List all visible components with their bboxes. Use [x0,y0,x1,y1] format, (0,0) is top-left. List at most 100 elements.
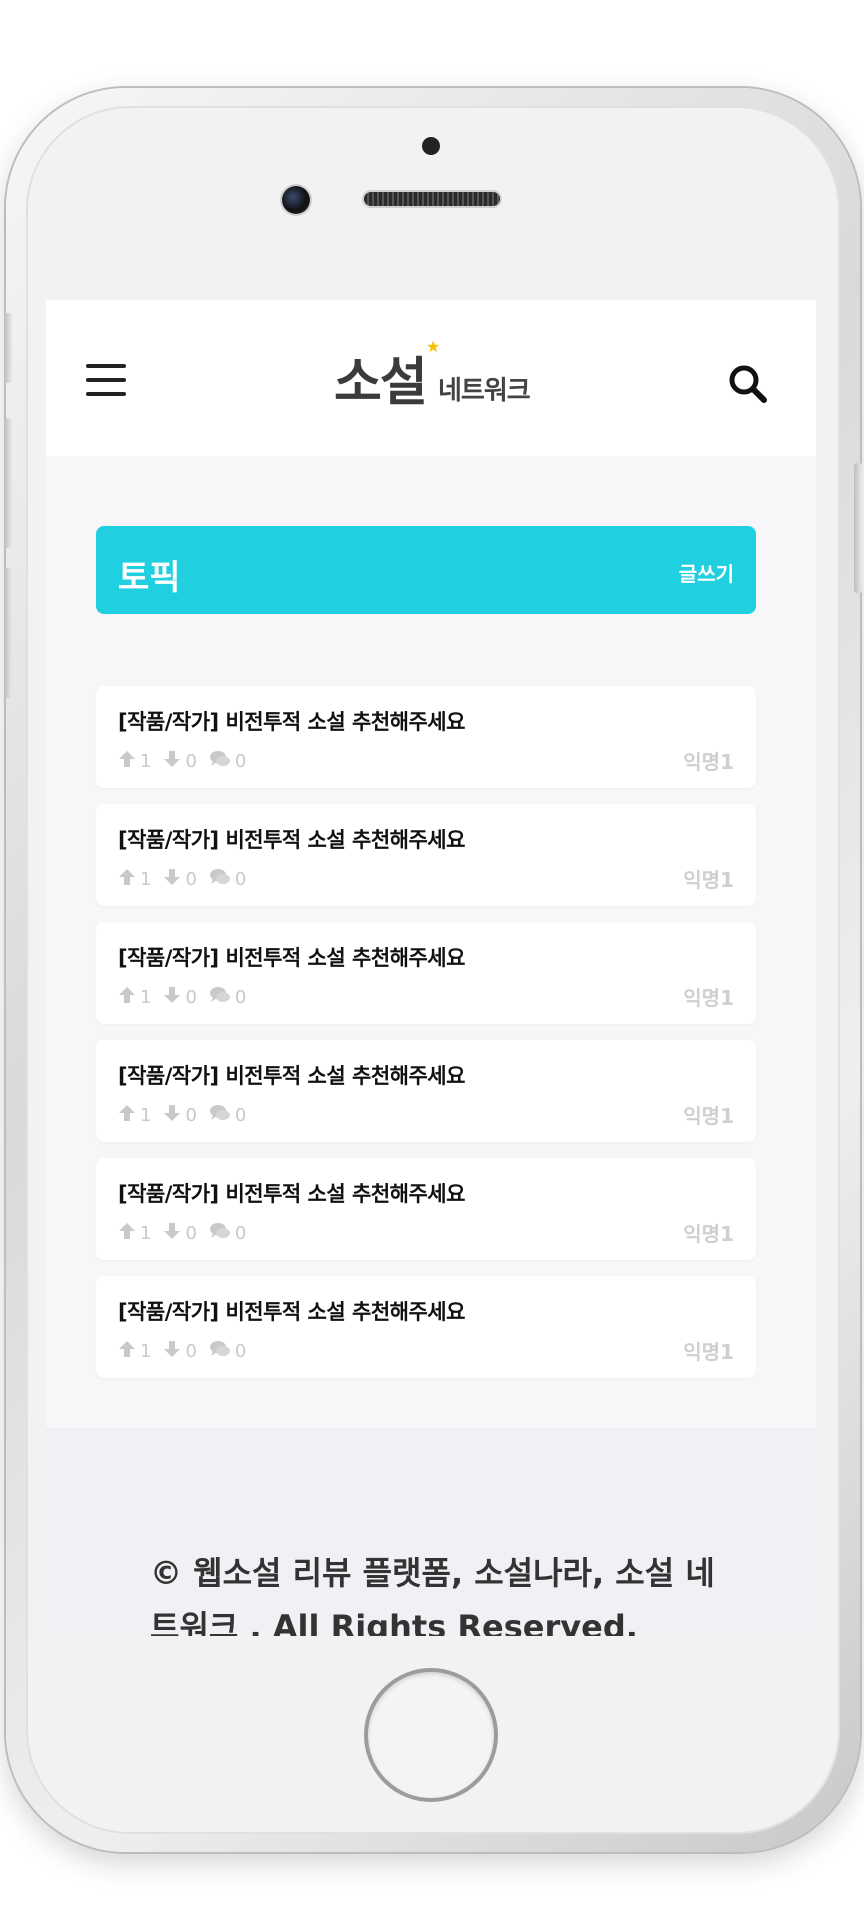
downvote: 0 [163,1222,197,1245]
upvote-count: 1 [140,1340,152,1362]
post-meta: 1 0 0 [118,1222,258,1244]
post-title[interactable]: [작품/작가] 비전투적 소설 추천해주세요 [118,706,465,736]
post-card[interactable]: [작품/작가] 비전투적 소설 추천해주세요 1 0 0 익명1 [96,804,756,906]
post-meta: 1 0 0 [118,868,258,890]
downvote-count: 0 [185,1340,197,1362]
comments: 0 [209,1340,246,1363]
section-title: 토픽 [118,558,181,598]
post-author: 익명1 [683,986,734,1010]
comment-icon [209,986,235,1009]
upvote-count: 1 [140,1222,152,1244]
arrow-down-icon [163,750,185,773]
app-screen: 소설 ★ 네트워크 토픽 글쓰기 [작품/작가] 비전투적 소설 추천해주세요 1… [46,300,816,1636]
comment-icon [209,1104,235,1127]
downvote-count: 0 [185,868,197,890]
post-list: [작품/작가] 비전투적 소설 추천해주세요 1 0 0 익명1 [작품/작가] 비전투적… [96,686,756,1394]
logo-star-icon: ★ [426,337,441,356]
upvote-count: 1 [140,986,152,1008]
post-title[interactable]: [작품/작가] 비전투적 소설 추천해주세요 [118,942,465,972]
mute-switch [4,313,12,383]
post-meta: 1 0 0 [118,1340,258,1362]
arrow-up-icon [118,1222,140,1245]
arrow-up-icon [118,986,140,1009]
post-card[interactable]: [작품/작가] 비전투적 소설 추천해주세요 1 0 0 익명1 [96,922,756,1024]
logo-sub-text: 네트워크 [438,376,531,406]
upvote: 1 [118,868,151,891]
downvote-count: 0 [185,750,197,772]
post-title[interactable]: [작품/작가] 비전투적 소설 추천해주세요 [118,1296,465,1326]
proximity-sensor [422,137,440,155]
post-card[interactable]: [작품/작가] 비전투적 소설 추천해주세요 1 0 0 익명1 [96,1158,756,1260]
comments: 0 [209,1222,246,1245]
downvote: 0 [163,986,197,1009]
comment-count: 0 [234,1222,247,1244]
upvote-count: 1 [140,868,152,890]
post-card[interactable]: [작품/작가] 비전투적 소설 추천해주세요 1 0 0 익명1 [96,686,756,788]
post-title[interactable]: [작품/작가] 비전투적 소설 추천해주세요 [118,1060,465,1090]
post-author: 익명1 [683,868,734,892]
arrow-down-icon [163,1340,185,1363]
comments: 0 [209,868,246,891]
volume-down-button [4,568,12,698]
post-author: 익명1 [683,1104,734,1128]
search-icon[interactable] [726,362,770,406]
comments: 0 [209,1104,246,1127]
comment-icon [209,750,235,773]
arrow-up-icon [118,868,140,891]
topic-section-header: 토픽 글쓰기 [96,526,756,614]
post-title[interactable]: [작품/작가] 비전투적 소설 추천해주세요 [118,824,465,854]
downvote-count: 0 [185,986,197,1008]
comment-count: 0 [234,1340,247,1362]
front-camera [282,186,310,214]
comments: 0 [209,986,246,1009]
comment-count: 0 [234,1104,247,1126]
post-author: 익명1 [683,1340,734,1364]
upvote-count: 1 [140,750,152,772]
volume-up-button [4,418,12,548]
post-author: 익명1 [683,1222,734,1246]
post-author: 익명1 [683,750,734,774]
post-meta: 1 0 0 [118,750,258,772]
app-header: 소설 ★ 네트워크 [46,300,816,456]
arrow-down-icon [163,868,185,891]
downvote: 0 [163,868,197,891]
arrow-down-icon [163,1222,185,1245]
upvote: 1 [118,1340,151,1363]
post-meta: 1 0 0 [118,1104,258,1126]
downvote: 0 [163,1104,197,1127]
site-logo[interactable]: 소설 ★ 네트워크 [334,337,554,414]
post-title[interactable]: [작품/작가] 비전투적 소설 추천해주세요 [118,1178,465,1208]
comment-icon [209,1222,235,1245]
upvote: 1 [118,750,151,773]
comment-icon [209,1340,235,1363]
power-button [854,463,862,593]
footer: © 웹소설 리뷰 플랫폼, 소설나라, 소설 네트워크 . All Rights… [46,1428,816,1636]
comment-count: 0 [234,750,247,772]
earpiece-speaker [364,192,500,206]
post-meta: 1 0 0 [118,986,258,1008]
downvote: 0 [163,1340,197,1363]
comments: 0 [209,750,246,773]
post-card[interactable]: [작품/작가] 비전투적 소설 추천해주세요 1 0 0 익명1 [96,1040,756,1142]
downvote-count: 0 [185,1104,197,1126]
comment-count: 0 [234,868,247,890]
arrow-down-icon [163,1104,185,1127]
logo-main-text: 소설 [334,353,428,413]
home-button[interactable] [364,1668,498,1802]
menu-icon[interactable] [86,364,126,396]
footer-copyright: © 웹소설 리뷰 플랫폼, 소설나라, 소설 네트워크 . All Rights… [150,1554,715,1636]
arrow-up-icon [118,1104,140,1127]
comment-count: 0 [234,986,247,1008]
write-post-button[interactable]: 글쓰기 [679,558,734,587]
arrow-down-icon [163,986,185,1009]
comment-icon [209,868,235,891]
upvote-count: 1 [140,1104,152,1126]
upvote: 1 [118,1222,151,1245]
arrow-up-icon [118,1340,140,1363]
upvote: 1 [118,1104,151,1127]
arrow-up-icon [118,750,140,773]
downvote: 0 [163,750,197,773]
post-card[interactable]: [작품/작가] 비전투적 소설 추천해주세요 1 0 0 익명1 [96,1276,756,1378]
upvote: 1 [118,986,151,1009]
downvote-count: 0 [185,1222,197,1244]
